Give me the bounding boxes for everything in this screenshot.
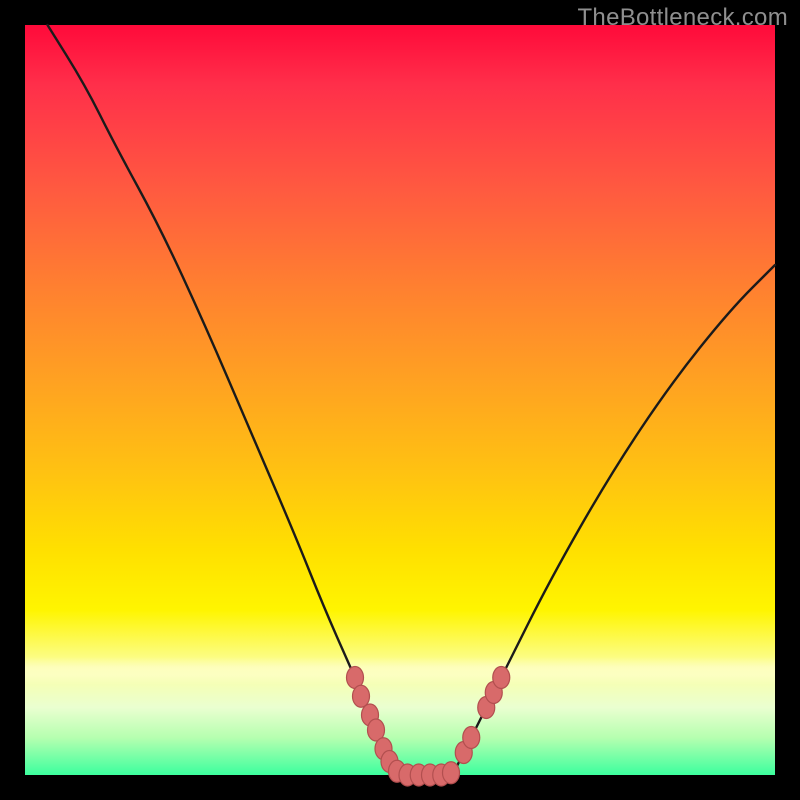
chart-stage: TheBottleneck.com	[0, 0, 800, 800]
curve-layer	[25, 25, 775, 775]
curve-marker	[353, 685, 370, 707]
curve-marker	[463, 727, 480, 749]
curve-marker	[443, 762, 460, 784]
plot-area	[25, 25, 775, 775]
curve-left	[48, 25, 393, 775]
marker-group	[347, 667, 510, 787]
curve-marker	[493, 667, 510, 689]
